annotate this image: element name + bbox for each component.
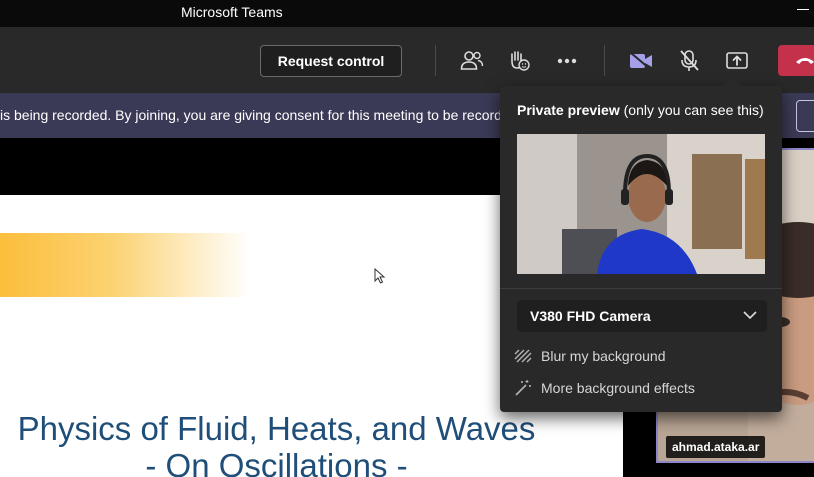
preview-heading-note: (only you can see this) (619, 102, 764, 118)
people-icon[interactable] (459, 48, 485, 74)
camera-preview-popup: Private preview (only you can see this) (500, 77, 782, 412)
share-icon[interactable] (724, 48, 750, 74)
minimize-button[interactable] (797, 9, 809, 10)
teams-meeting-window: Microsoft Teams Request control is being (0, 0, 814, 477)
background-effects-label: More background effects (541, 380, 695, 396)
request-control-button[interactable]: Request control (260, 45, 402, 77)
raise-hand-icon[interactable] (506, 48, 532, 74)
participant-name: ahmad.ataka.ar (666, 436, 766, 458)
background-effects-option[interactable]: More background effects (513, 378, 695, 398)
slide-subtitle: - On Oscillations - (145, 447, 408, 477)
more-icon[interactable] (554, 48, 580, 74)
preview-heading-bold: Private preview (517, 102, 620, 118)
private-camera-preview (517, 134, 765, 274)
meeting-toolbar: Request control (0, 27, 814, 93)
window-title: Microsoft Teams (181, 4, 283, 20)
magic-wand-icon (513, 378, 533, 398)
camera-dropdown-value: V380 FHD Camera (530, 308, 651, 324)
toolbar-divider (435, 45, 436, 76)
mouse-cursor-icon (374, 268, 386, 284)
blur-icon (513, 346, 533, 366)
dismiss-banner-button[interactable] (796, 100, 814, 132)
title-bar: Microsoft Teams (0, 0, 814, 27)
chevron-down-icon (743, 311, 757, 320)
recording-notice-text: is being recorded. By joining, you are g… (0, 107, 522, 123)
hang-up-button[interactable] (778, 45, 814, 76)
blur-background-label: Blur my background (541, 348, 666, 364)
camera-icon[interactable] (628, 48, 654, 74)
mic-off-icon[interactable] (676, 48, 702, 74)
slide-title: Physics of Fluid, Heats, and Waves (17, 410, 536, 447)
slide-accent-bar (0, 233, 250, 297)
hang-up-icon (796, 58, 814, 64)
self-video (517, 134, 765, 274)
toolbar-divider (604, 45, 605, 76)
camera-dropdown[interactable]: V380 FHD Camera (517, 300, 767, 332)
popup-divider (500, 288, 782, 289)
preview-heading: Private preview (only you can see this) (517, 102, 764, 118)
blur-background-option[interactable]: Blur my background (513, 346, 666, 366)
